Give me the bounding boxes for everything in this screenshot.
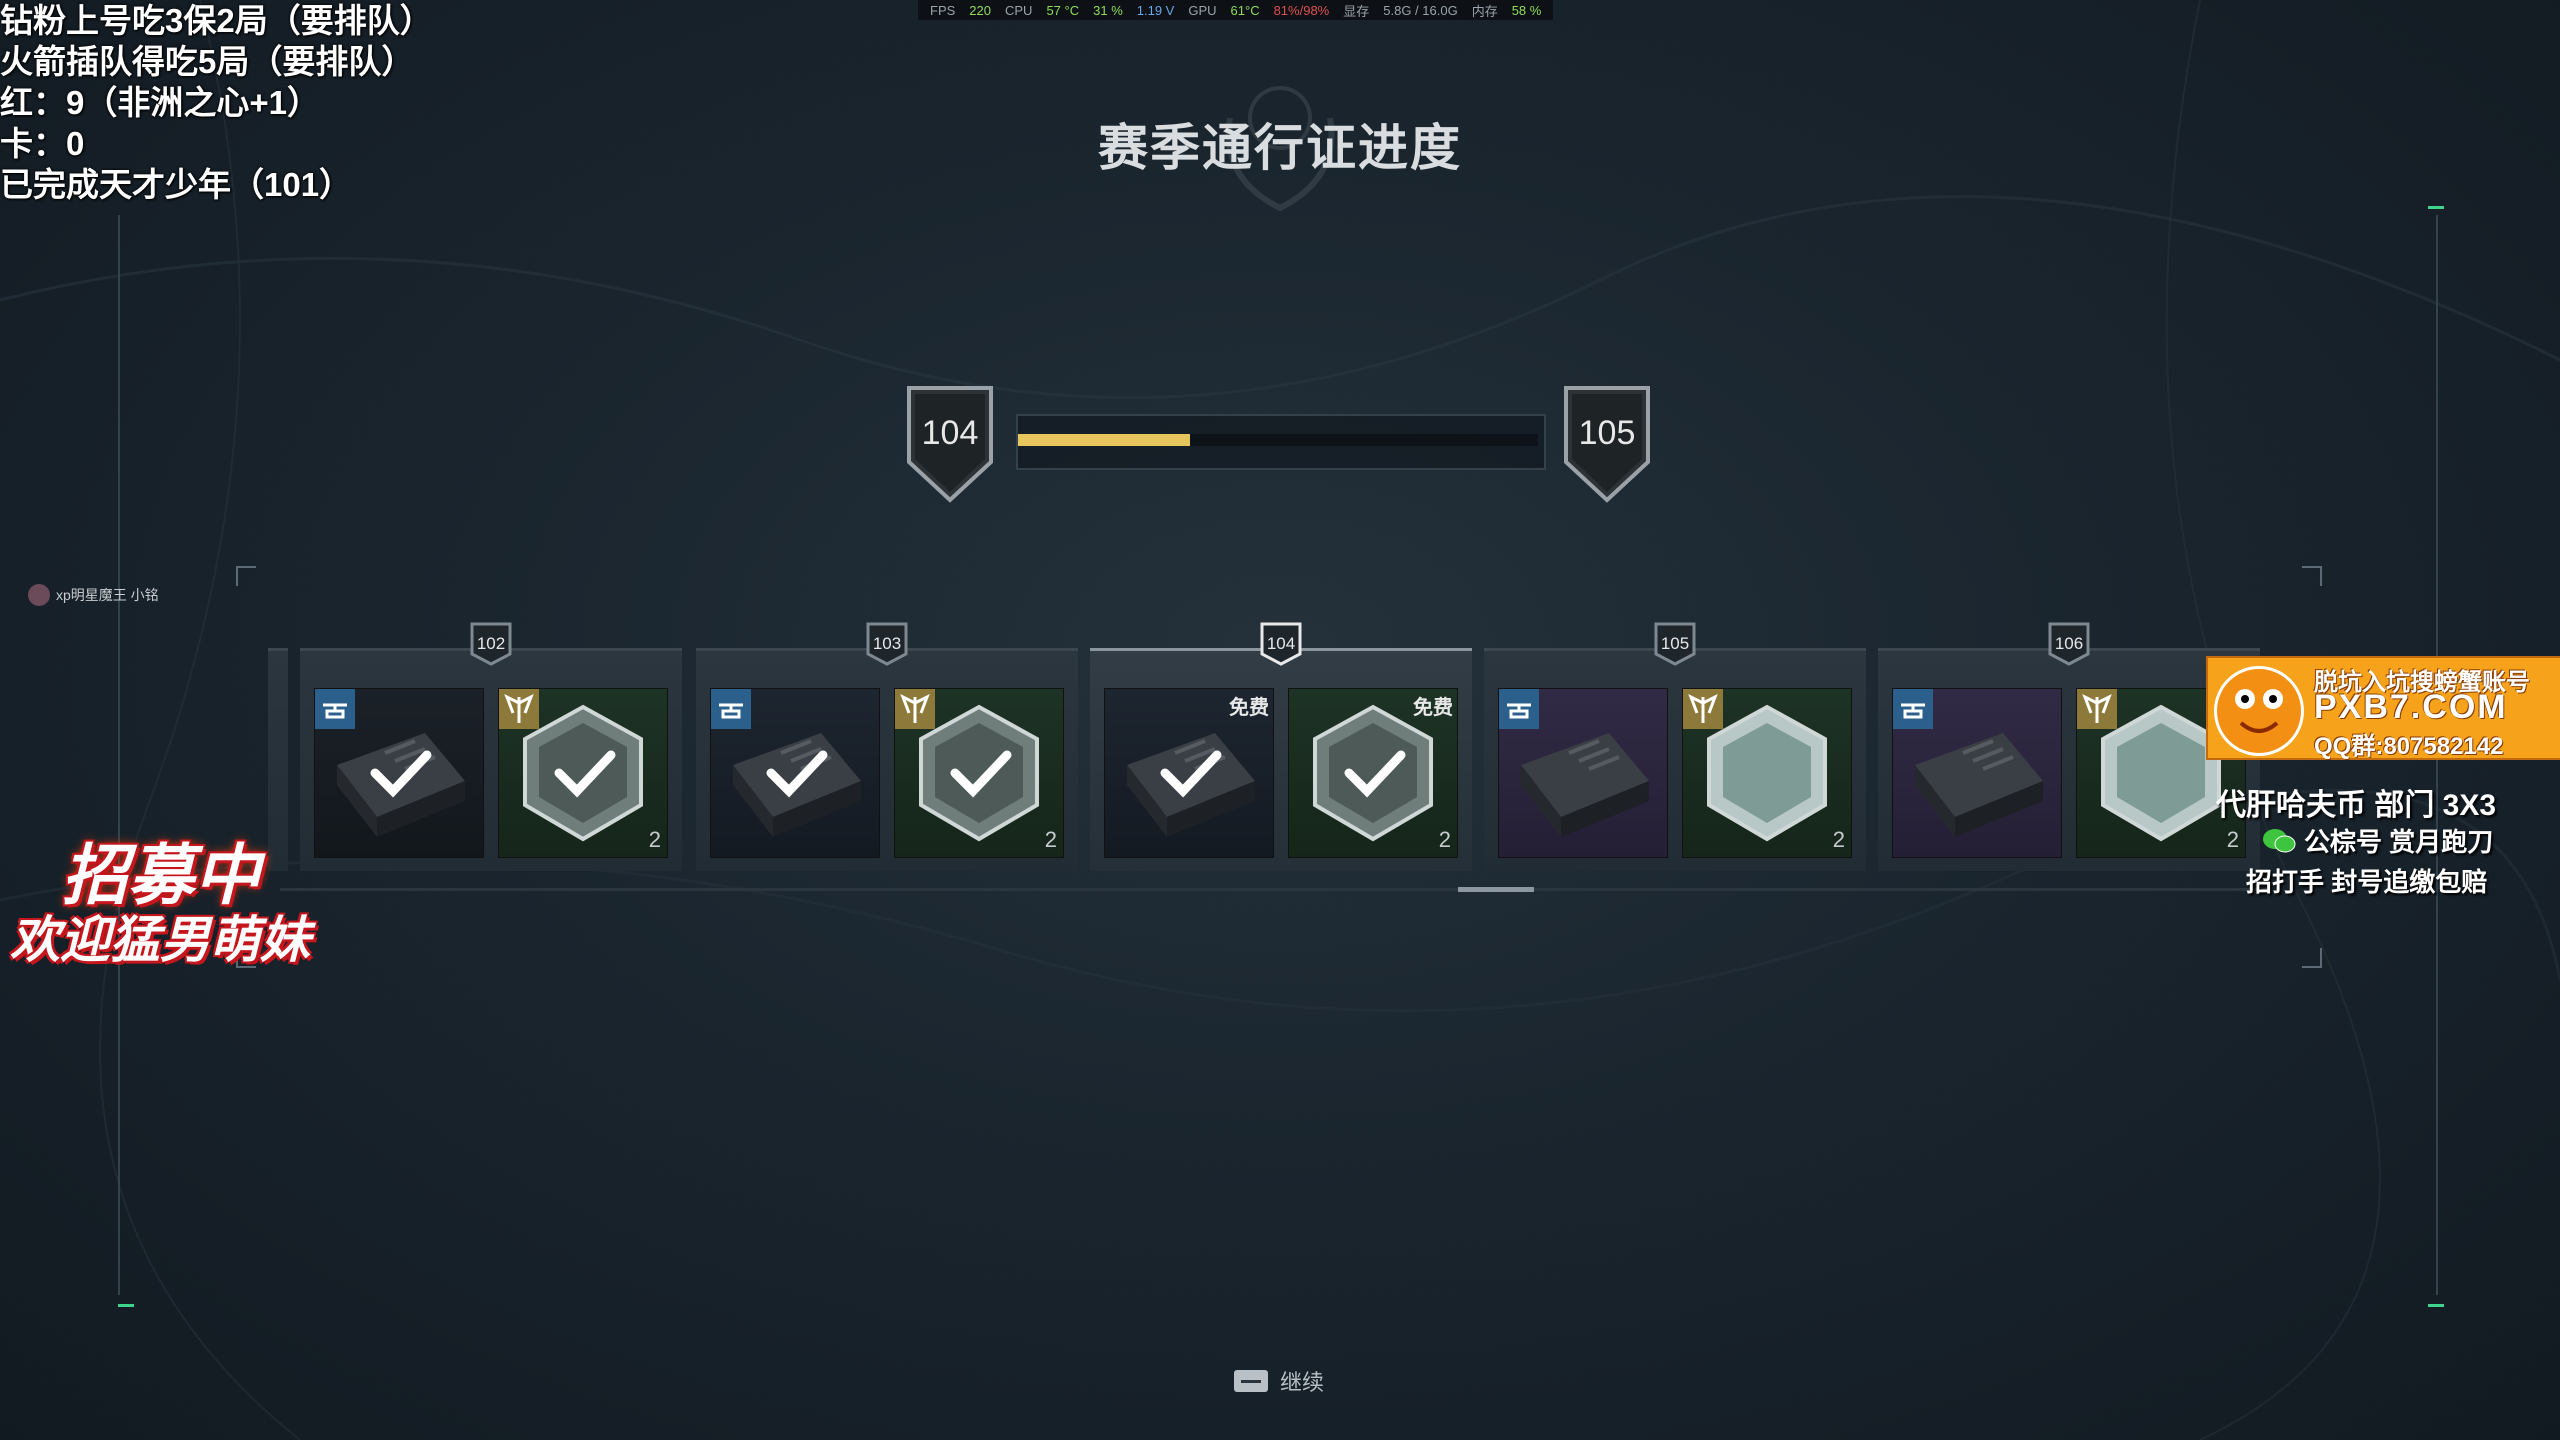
ad-line2: PXB7.COM	[2314, 688, 2508, 726]
ad-banner: 脱坑入坑搜螃蟹账号 PXB7.COM QQ群:807582142	[2206, 656, 2560, 760]
frame-corner	[2302, 566, 2322, 586]
fps-label: FPS	[930, 2, 956, 18]
reward-weapon-case-card[interactable]	[1892, 688, 2062, 858]
reward-weapon-case-card[interactable]	[1498, 688, 1668, 858]
continue-label: 继续	[1280, 1370, 1325, 1395]
progress-fill	[1018, 434, 1190, 446]
level-tag: 103	[866, 622, 908, 666]
frame-left-line	[118, 215, 120, 1295]
continue-button[interactable]: 继续	[1234, 1365, 1324, 1397]
reward-emblem-card[interactable]: 2	[1682, 688, 1852, 858]
check-icon	[766, 750, 828, 798]
reward-scrollbar-thumb[interactable]	[1458, 887, 1534, 892]
chat-message: xp明星魔王 小铭	[28, 584, 159, 606]
reward-weapon-case-card[interactable]	[710, 688, 880, 858]
frame-corner	[2302, 948, 2322, 968]
vram-value: 5.8G / 16.0G	[1383, 2, 1458, 18]
reward-weapon-case-card[interactable]: 免费	[1104, 688, 1274, 858]
frame-accent-icon	[2428, 1304, 2444, 1307]
cpu-label: CPU	[1005, 2, 1033, 18]
free-label: 免费	[1413, 697, 1453, 719]
item-count: 2	[1044, 827, 1057, 852]
recruit-sticker: 招募中 欢迎猛男萌妹	[10, 822, 350, 968]
fps-value: 220	[969, 2, 991, 18]
frame-accent-icon	[2428, 206, 2444, 209]
cpu-load: 31 %	[1093, 2, 1123, 18]
crab-mascot-icon	[2214, 666, 2304, 756]
ad-line3: QQ群:807582142	[2314, 733, 2504, 760]
level-tag-number: 105	[1660, 634, 1690, 653]
frame-accent-icon	[118, 1304, 134, 1307]
vram-label: 显存	[1343, 3, 1370, 19]
free-label: 免费	[1229, 697, 1269, 719]
stream-note: 火箭插队得吃5局（要排队）	[0, 43, 415, 80]
helicopter-badge-icon	[1893, 689, 1933, 729]
level-tag: 102	[470, 622, 512, 666]
level-tag-number: 104	[1266, 634, 1296, 653]
wing-badge-icon	[2077, 689, 2117, 729]
reward-scrollbar[interactable]	[280, 888, 2270, 891]
current-level-shield: 104	[905, 384, 995, 504]
wechat-icon	[2263, 828, 2296, 852]
level-tag-number: 102	[476, 634, 506, 653]
level-tag-number: 103	[872, 634, 902, 653]
gpu-label: GPU	[1188, 2, 1217, 18]
next-level-number: 105	[1578, 414, 1636, 452]
gpu-temp: 61°C	[1230, 2, 1260, 18]
reward-emblem-card[interactable]: 2	[894, 688, 1064, 858]
page-title: 赛季通行证进度	[1098, 120, 1462, 176]
helicopter-badge-icon	[1499, 689, 1539, 729]
level-tag: 106	[2048, 622, 2090, 666]
reward-emblem-card[interactable]: 2	[498, 688, 668, 858]
avatar	[28, 584, 50, 606]
level-tag: 104	[1260, 622, 1302, 666]
check-icon	[950, 750, 1012, 798]
gpu-load: 81%/98%	[1273, 2, 1330, 18]
ram-value: 58 %	[1511, 2, 1542, 18]
recruit-line2: 欢迎猛男萌妹	[10, 912, 310, 968]
spacebar-key-icon	[1234, 1370, 1268, 1392]
chat-username: xp明星魔王 小铭	[56, 587, 159, 603]
cpu-voltage: 1.19 V	[1136, 2, 1175, 18]
stream-note: 钻粉上号吃3保2局（要排队）	[0, 2, 433, 39]
ad-line5: 公棕号 赏月跑刀	[2304, 827, 2494, 857]
check-icon	[554, 750, 616, 798]
reward-emblem-card[interactable]: 免费 2	[1288, 688, 1458, 858]
ad-line6: 招打手 封号追缴包赔	[2246, 867, 2488, 897]
item-count: 2	[2226, 827, 2239, 852]
wing-badge-icon	[1683, 689, 1723, 729]
performance-stats-bar: FPS 220 CPU 57 °C 31 % 1.19 V GPU 61°C 8…	[918, 0, 1554, 20]
item-count: 2	[648, 827, 661, 852]
cpu-temp: 57 °C	[1046, 2, 1080, 18]
level-tag: 105	[1654, 622, 1696, 666]
next-level-shield: 105	[1562, 384, 1652, 504]
ad-line4: 代肝哈夫币 部门 3X3	[2216, 789, 2497, 822]
ram-label: 内存	[1471, 3, 1498, 19]
ad-line5-row: 公棕号 赏月跑刀	[2262, 822, 2493, 859]
item-count: 2	[1832, 827, 1845, 852]
frame-corner	[236, 566, 256, 586]
current-level-number: 104	[921, 414, 979, 452]
level-tag-number: 106	[2054, 634, 2084, 653]
item-count: 2	[1438, 827, 1451, 852]
